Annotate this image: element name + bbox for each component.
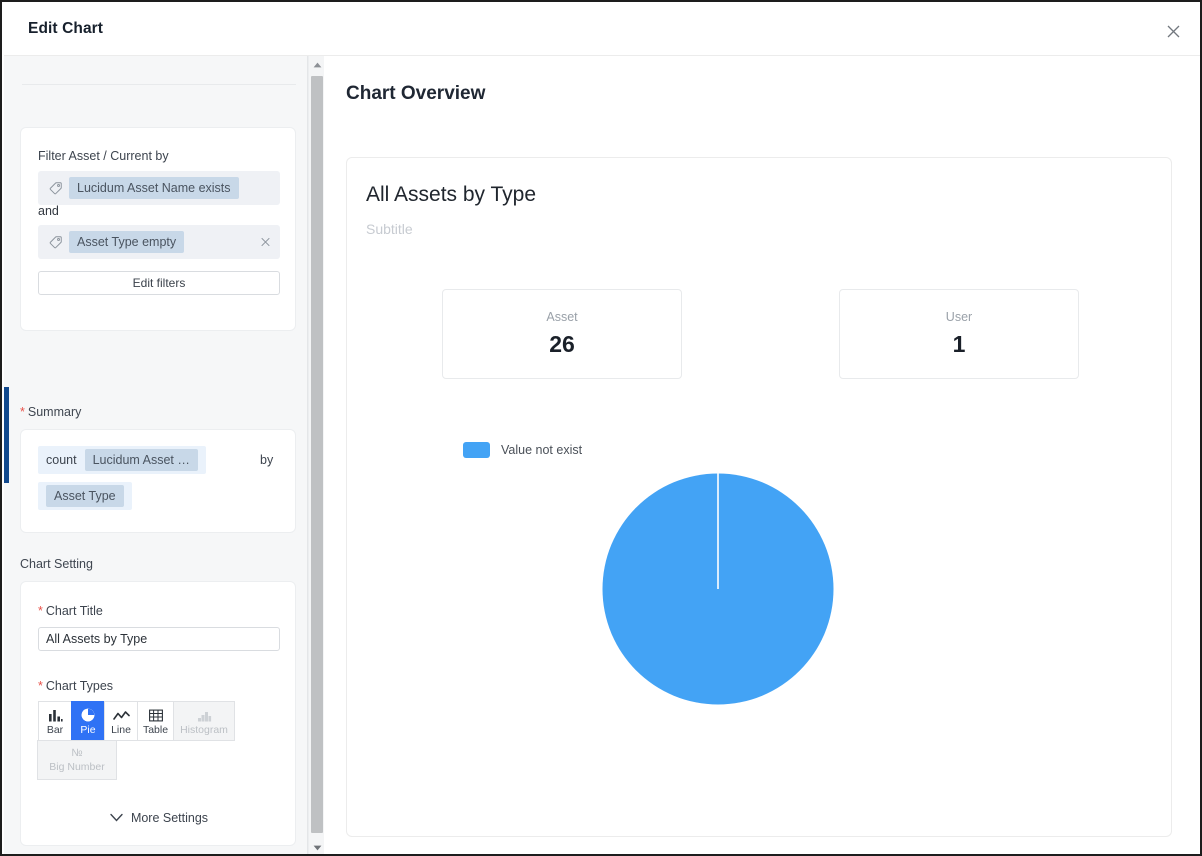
summary-by-word: by [260,453,274,467]
table-grid-icon [148,707,163,722]
chart-title: All Assets by Type [366,183,537,206]
chart-type-histogram: Histogram [173,701,235,741]
filter-card: Filter Asset / Current by Lucidum Asset … [20,127,296,331]
chart-preview-card: All Assets by Type Subtitle Asset 26 Use… [346,157,1172,837]
chart-type-label: Histogram [180,723,228,736]
filter-heading: Filter Asset / Current by [38,149,169,163]
filter-condition-row[interactable]: Asset Type empty [38,225,280,259]
scrollbar-thumb[interactable] [311,76,323,833]
page-title: Edit Chart [28,20,104,37]
chart-setting-section-label: Chart Setting [20,557,93,571]
chart-legend[interactable]: Value not exist [463,442,582,458]
summary-groupby-row[interactable]: Asset Type [38,482,132,510]
stat-card-asset: Asset 26 [442,289,682,379]
summary-group-chip[interactable]: Asset Type [46,485,124,507]
filter-condition-row[interactable]: Lucidum Asset Name exists [38,171,280,205]
edit-filters-button[interactable]: Edit filters [38,271,280,295]
summary-field-chip[interactable]: Lucidum Asset … [84,449,198,471]
histogram-icon [197,707,212,722]
filter-conjunction: and [38,204,59,218]
chart-types-label-text: Chart Types [45,679,114,693]
legend-color-swatch [463,442,490,458]
stat-value: 26 [549,331,575,357]
sidebar-scrollbar[interactable] [308,56,325,854]
line-chart-icon [112,707,130,722]
caret-down-icon[interactable] [309,839,325,854]
chevron-down-icon [110,811,123,825]
summary-aggregate-word: count [46,453,77,467]
edit-chart-modal: Edit Chart Start from here Filter Asset … [0,0,1202,856]
required-asterisk: * [38,679,43,693]
more-settings-toggle[interactable]: More Settings [21,811,297,825]
summary-aggregate-row[interactable]: count Lucidum Asset … [38,446,206,474]
required-asterisk: * [20,405,25,419]
chart-title-label-text: Chart Title [45,604,103,618]
chart-type-label: Big Number [49,760,105,773]
legend-label: Value not exist [501,443,583,457]
filter-chip[interactable]: Lucidum Asset Name exists [69,177,239,199]
summary-label-text: Summary [27,405,82,419]
tag-icon [47,180,64,197]
chart-type-big-number: № Big Number [37,740,117,780]
stat-card-user: User 1 [839,289,1079,379]
summary-card: count Lucidum Asset … by Asset Type [20,429,296,533]
remove-filter-icon[interactable] [261,236,270,249]
chart-title-label: * Chart Title [38,604,103,618]
settings-sidebar: Start from here Filter Asset / Current b… [4,56,308,854]
chart-title-input[interactable] [38,627,280,651]
chart-type-bar[interactable]: Bar [38,701,72,741]
chart-overview-panel: Chart Overview All Assets by Type Subtit… [325,56,1200,854]
stat-label: Asset [546,310,578,324]
number-sign-icon: № [71,747,83,759]
tag-icon [47,234,64,251]
chart-setting-card: *Chart Title *Chart Types B [20,581,296,846]
stat-label: User [945,310,973,324]
pie-chart-icon [81,707,95,722]
pie-chart[interactable] [602,473,834,705]
chart-type-pie[interactable]: Pie [71,701,105,741]
overview-title: Chart Overview [346,83,486,104]
left-edge-accent-bar [4,387,9,483]
filter-chip[interactable]: Asset Type empty [69,231,185,253]
required-asterisk: * [38,604,43,618]
chart-type-label: Bar [46,723,64,736]
caret-up-icon[interactable] [309,56,325,73]
chart-type-line[interactable]: Line [104,701,138,741]
modal-header: Edit Chart [4,4,1200,56]
chart-subtitle: Subtitle [366,221,413,237]
chart-type-label: Line [111,723,131,736]
bar-chart-icon [48,707,63,722]
chart-type-table[interactable]: Table [137,701,174,741]
chart-type-label: Table [142,723,169,736]
stat-value: 1 [952,331,966,357]
close-icon[interactable] [1158,16,1188,46]
divider [22,84,296,85]
chart-types-label: * Chart Types [38,679,113,693]
more-settings-label: More Settings [130,811,209,825]
chart-type-selector: Bar Pie Line Table Histogram № Big Numbe… [37,701,280,780]
chart-type-label: Pie [80,723,96,736]
summary-section-label: * Summary [20,405,81,419]
